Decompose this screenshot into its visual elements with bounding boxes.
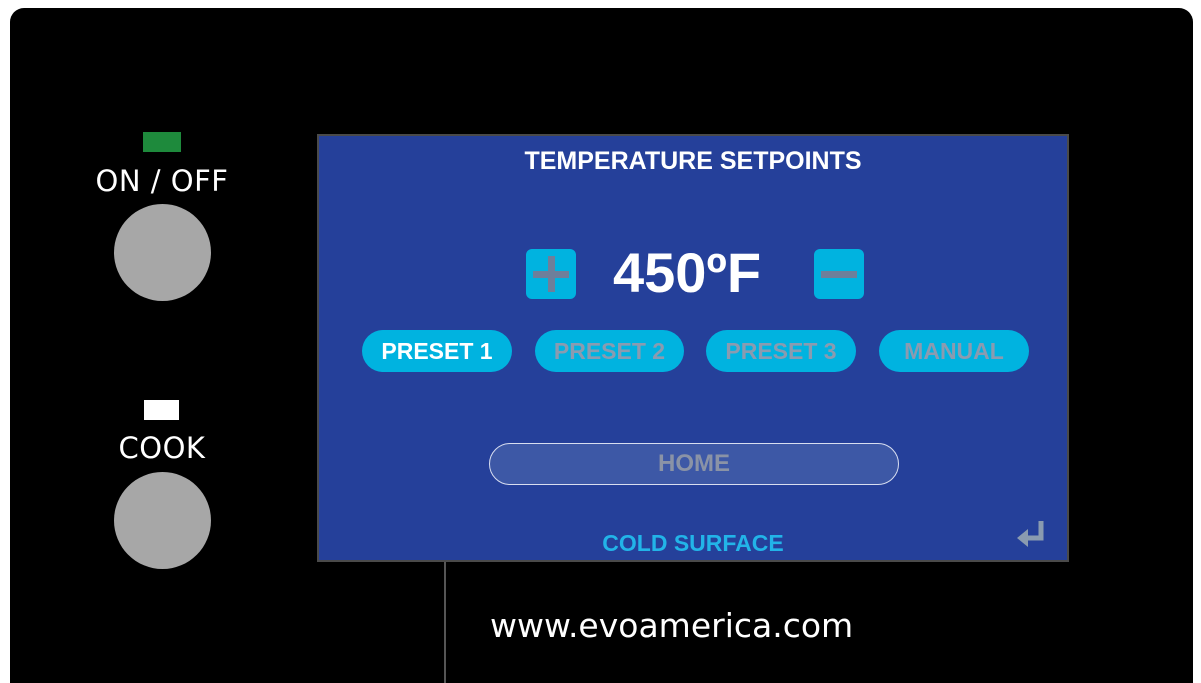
home-button[interactable]: HOME xyxy=(489,443,899,485)
return-arrow-icon[interactable] xyxy=(1014,519,1050,551)
preset-1-button[interactable]: PRESET 1 xyxy=(362,330,512,372)
preset-3-button[interactable]: PRESET 3 xyxy=(706,330,856,372)
power-indicator-light xyxy=(143,132,181,152)
power-label: ON / OFF xyxy=(95,164,229,198)
power-button[interactable] xyxy=(114,204,211,301)
display-screen: TEMPERATURE SETPOINTS 450ºF PRESET 1 PRE… xyxy=(317,134,1069,562)
screen-title: TEMPERATURE SETPOINTS xyxy=(524,147,862,175)
manual-button[interactable]: MANUAL xyxy=(879,330,1029,372)
decrease-temp-button[interactable] xyxy=(814,249,864,299)
cook-button[interactable] xyxy=(114,472,211,569)
preset-2-button[interactable]: PRESET 2 xyxy=(535,330,684,372)
temperature-value: 450ºF xyxy=(612,241,762,304)
cook-indicator-light xyxy=(144,400,179,420)
website-url: www.evoamerica.com xyxy=(490,606,854,645)
cook-label: COOK xyxy=(118,431,206,465)
status-text: COLD SURFACE xyxy=(602,530,784,556)
